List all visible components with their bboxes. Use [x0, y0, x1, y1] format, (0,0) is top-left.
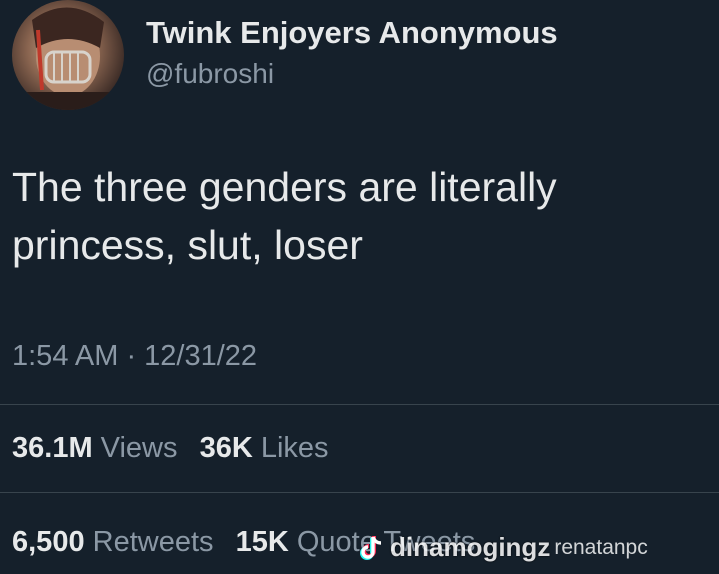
tweet-text-line: princess, slut, loser [12, 222, 363, 268]
views-stat[interactable]: 36.1M Views [12, 432, 200, 464]
likes-count: 36K [199, 432, 253, 464]
views-label: Views [100, 432, 178, 464]
profile-avatar[interactable] [12, 0, 124, 110]
avatar-image [12, 7, 124, 110]
tweet-card: Twink Enjoyers Anonymous @fubroshi The t… [0, 0, 719, 574]
divider [0, 404, 719, 405]
watermark-user: renatanpc [554, 535, 648, 559]
views-count: 36.1M [12, 432, 93, 464]
tweet-timestamp[interactable]: 1:54 AM · 12/31/22 [12, 338, 257, 374]
likes-label: Likes [260, 432, 329, 464]
watermark-name: dinamogingz [390, 532, 551, 562]
divider [0, 492, 719, 493]
tiktok-icon [360, 535, 382, 560]
retweets-label: Retweets [92, 526, 214, 558]
tiktok-watermark: dinamogingz renatanpc [356, 532, 648, 563]
stats-row-views-likes: 36.1M Views 36K Likes [12, 430, 343, 466]
author-display-name[interactable]: Twink Enjoyers Anonymous [146, 14, 558, 52]
author-block: Twink Enjoyers Anonymous @fubroshi [146, 14, 558, 92]
quotes-count: 15K [235, 526, 289, 558]
retweets-stat[interactable]: 6,500 Retweets [12, 526, 236, 558]
retweets-count: 6,500 [12, 526, 85, 558]
tweet-text: The three genders are literally princess… [12, 158, 702, 274]
tweet-text-line: The three genders are literally [12, 164, 557, 210]
likes-stat[interactable]: 36K Likes [200, 432, 343, 464]
author-handle[interactable]: @fubroshi [146, 56, 558, 92]
